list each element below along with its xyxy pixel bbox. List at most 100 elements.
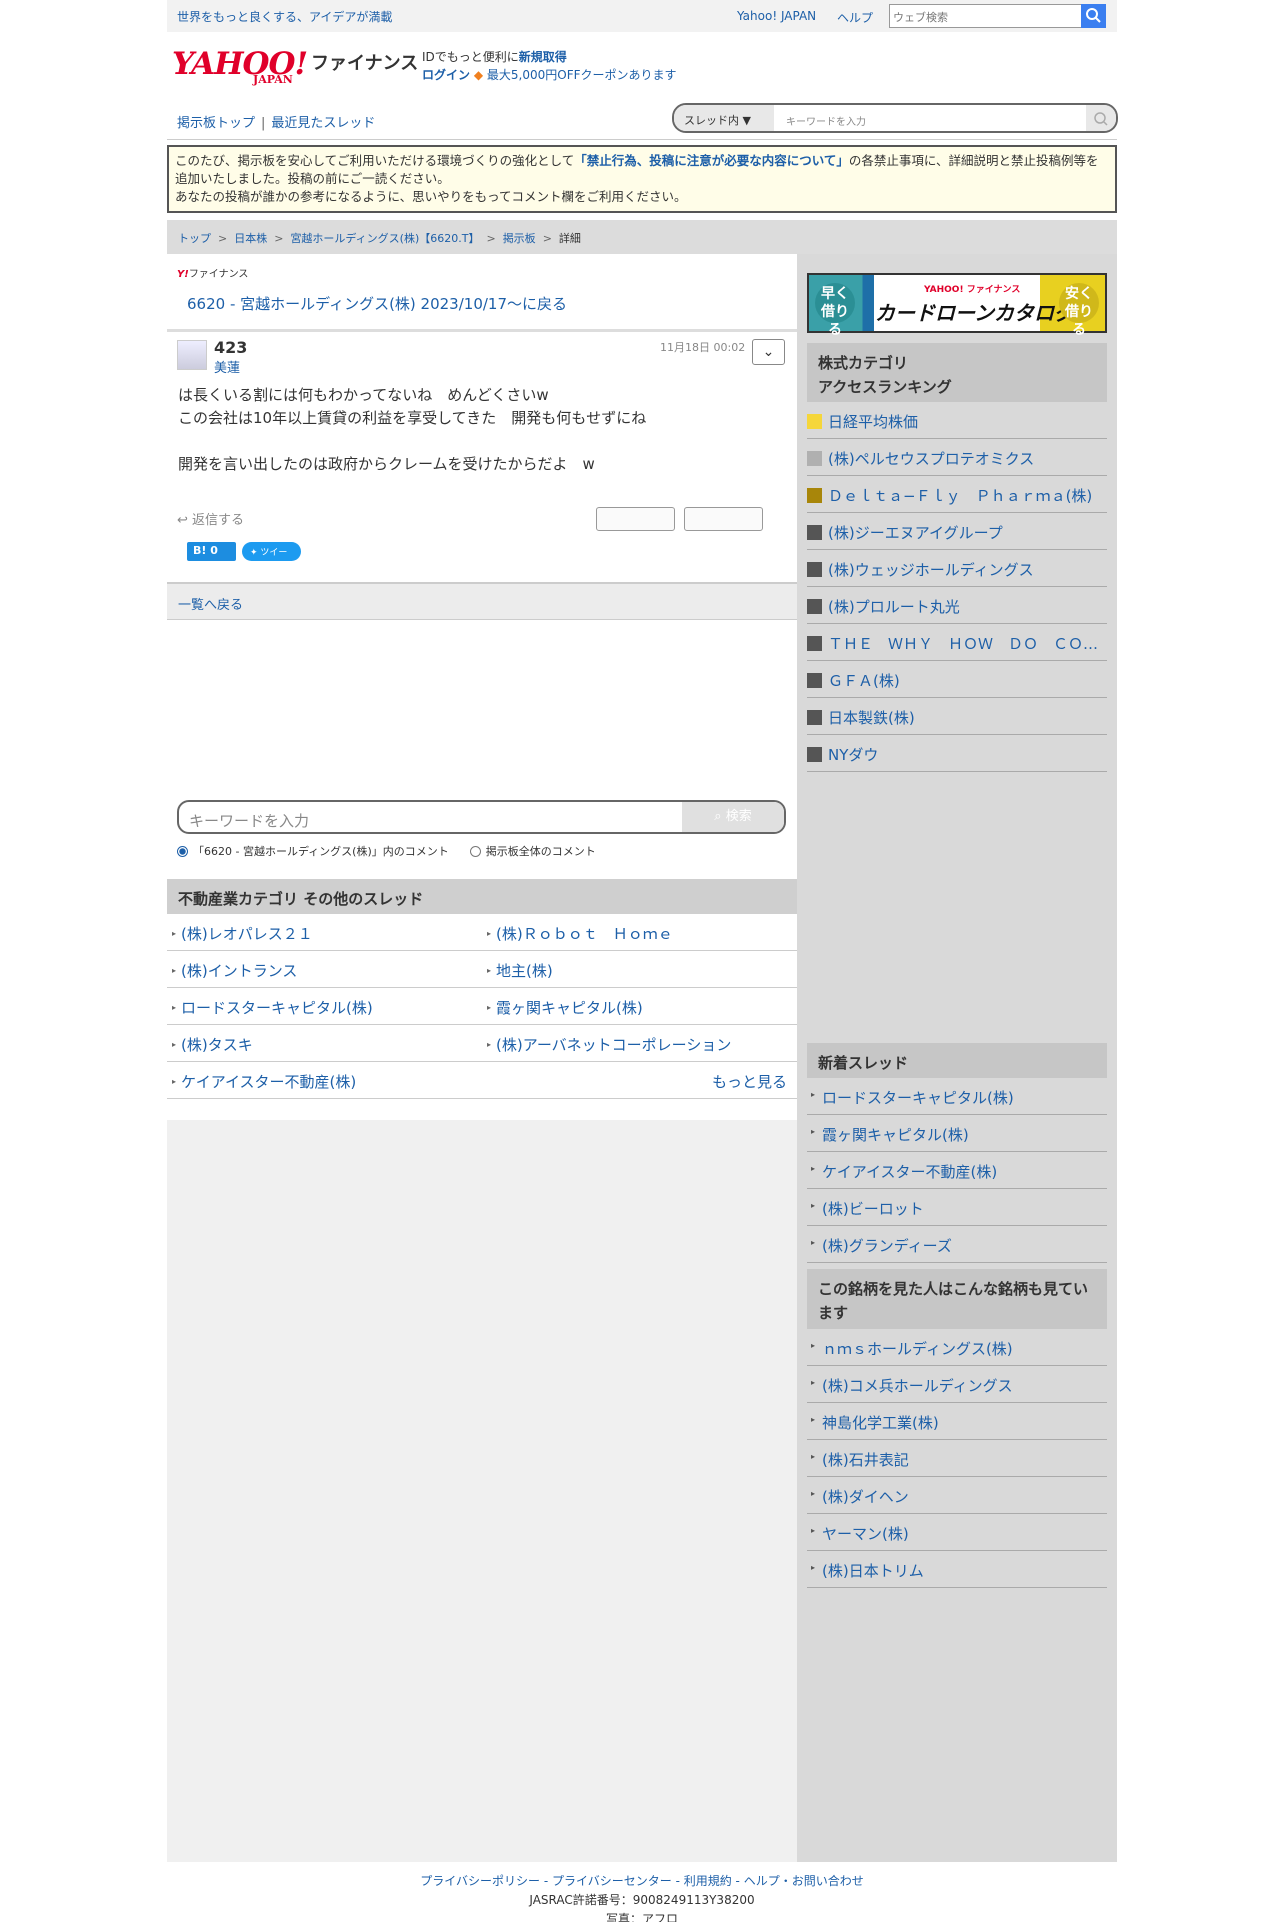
- also-viewed-list: ｎｍｓホールディングス(株) (株)コメ兵ホールディングス 神島化学工業(株) …: [807, 1329, 1107, 1588]
- coupon-link[interactable]: 最大5,000円OFFクーポンあります: [487, 68, 677, 82]
- rank-color-swatch: [807, 451, 822, 466]
- also-viewed-link[interactable]: (株)日本トリム: [807, 1551, 1107, 1588]
- ranking-item[interactable]: (株)ペルセウスプロテオミクス: [807, 439, 1107, 476]
- thread-search-input[interactable]: キーワードを入力: [786, 113, 866, 128]
- avatar[interactable]: [177, 340, 207, 370]
- yahoo-japan-link[interactable]: Yahoo! JAPAN: [737, 9, 816, 23]
- ranking-item[interactable]: 日経平均株価: [807, 402, 1107, 439]
- notice-link[interactable]: 「禁止行為、投稿に注意が必要な内容について」: [574, 153, 849, 168]
- new-thread-link[interactable]: ケイアイスター不動産(株): [807, 1152, 1107, 1189]
- new-thread-link[interactable]: (株)グランディーズ: [807, 1226, 1107, 1263]
- tagline-link[interactable]: 世界をもっと良くする、アイデアが満載: [177, 8, 392, 25]
- list-item: (株)イントランス 地主(株): [167, 951, 797, 988]
- web-search-button[interactable]: [1081, 4, 1106, 28]
- ranking-title-line2: アクセスランキング: [818, 378, 952, 396]
- also-viewed-link[interactable]: (株)石井表記: [807, 1440, 1107, 1477]
- ranking-item[interactable]: (株)ウェッジホールディングス: [807, 550, 1107, 587]
- footer-links[interactable]: プライバシーポリシー - プライバシーセンター - 利用規約 - ヘルプ・お問い…: [0, 1872, 1284, 1891]
- thread-link[interactable]: ケイアイスター不動産(株): [172, 1071, 356, 1092]
- post-body: ​​は長くいる割には何もわかってないね めんどくさいw この会社は10年以上賃貸…: [178, 386, 647, 473]
- search-icon: ⌕: [714, 809, 722, 824]
- radio-all[interactable]: [469, 846, 481, 857]
- thread-link[interactable]: (株)Ｒｏｂｏｔ Ｈｏｍｅ: [487, 923, 673, 944]
- breadcrumb-jp-stocks[interactable]: 日本株: [234, 232, 267, 245]
- post-menu-button[interactable]: ⌄: [752, 339, 785, 365]
- new-thread-link[interactable]: 霞ヶ関キャピタル(株): [807, 1115, 1107, 1152]
- ranking-item[interactable]: NYダウ: [807, 735, 1107, 772]
- other-threads-title: 不動産業カテゴリ その他のスレッド: [167, 879, 797, 914]
- new-thread-link[interactable]: ロードスターキャピタル(株): [807, 1078, 1107, 1115]
- breadcrumb-stock[interactable]: 宮越ホールディングス(株)【6620.T】: [290, 232, 479, 245]
- ranking-item[interactable]: ＴＨＥ ＷＨＹ ＨＯＷ ＤＯ ＣＯＭＰＡＮＹ(株): [807, 624, 1107, 661]
- also-viewed-link[interactable]: (株)コメ兵ホールディングス: [807, 1366, 1107, 1403]
- ranking-item[interactable]: Ｄｅｌｔａ−Ｆｌｙ Ｐｈａｒｍａ(株): [807, 476, 1107, 513]
- breadcrumb-sep: >: [542, 232, 552, 245]
- thread-link[interactable]: 霞ヶ関キャピタル(株): [487, 997, 643, 1018]
- also-viewed-link[interactable]: 神島化学工業(株): [807, 1403, 1107, 1440]
- thread-link[interactable]: (株)タスキ: [172, 1034, 253, 1055]
- search-icon: [1086, 8, 1101, 23]
- list-item: ケイアイスター不動産(株) もっと見る: [167, 1062, 797, 1099]
- web-search-input[interactable]: ウェブ検索: [889, 4, 1086, 28]
- id-promo: IDでもっと便利に新規取得: [422, 48, 567, 65]
- chevron-down-icon: ⌄: [762, 344, 775, 360]
- list-item: (株)レオパレス２１ (株)Ｒｏｂｏｔ Ｈｏｍｅ: [167, 914, 797, 951]
- breadcrumb-sep: >: [486, 232, 496, 245]
- recent-threads-link[interactable]: 最近見たスレッド: [271, 116, 375, 131]
- photo-credit: 写真：アフロ: [605, 1912, 678, 1922]
- signup-link[interactable]: 新規取得: [519, 50, 567, 64]
- new-thread-link[interactable]: (株)ビーロット: [807, 1189, 1107, 1226]
- also-viewed-link[interactable]: ヤーマン(株): [807, 1514, 1107, 1551]
- breadcrumb-current: 詳細: [558, 232, 581, 245]
- also-viewed-link[interactable]: (株)ダイヘン: [807, 1477, 1107, 1514]
- author-link[interactable]: 美蓮: [214, 357, 240, 376]
- radio-all-label: 掲示板全体のコメント: [485, 845, 596, 858]
- reply-button[interactable]: ↩ 返信する: [177, 509, 244, 528]
- disagree-button[interactable]: [684, 507, 763, 531]
- thread-link[interactable]: ロードスターキャピタル(株): [172, 997, 373, 1018]
- search-scope-select[interactable]: スレッド内 ▼: [674, 105, 774, 131]
- also-viewed-link[interactable]: ｎｍｓホールディングス(株): [807, 1329, 1107, 1366]
- rank-color-swatch: [807, 636, 822, 651]
- back-to-list-link[interactable]: 一覧へ戻る: [167, 584, 797, 620]
- agree-button[interactable]: [596, 507, 675, 531]
- ranking-item[interactable]: ＧＦＡ(株): [807, 661, 1107, 698]
- thread-link[interactable]: 地主(株): [487, 960, 553, 981]
- radio-thread[interactable]: [177, 846, 188, 857]
- thread-search-button[interactable]: [1086, 105, 1116, 131]
- ranking-item-label: (株)ウェッジホールディングス: [828, 561, 1034, 579]
- finance-product-name[interactable]: ファイナンス: [311, 49, 418, 75]
- keyword-search-input[interactable]: キーワードを入力: [189, 810, 309, 831]
- back-to-thread-link[interactable]: 6620 - 宮越ホールディングス(株) 2023/10/17〜に戻る: [187, 293, 567, 314]
- breadcrumb-board[interactable]: 掲示板: [503, 232, 536, 245]
- thread-link[interactable]: (株)アーバネットコーポレーション: [487, 1034, 731, 1055]
- ranking-item-label: (株)ペルセウスプロテオミクス: [828, 450, 1035, 468]
- keyword-search-button[interactable]: ⌕ 検索: [682, 802, 784, 832]
- thread-link[interactable]: (株)イントランス: [172, 960, 297, 981]
- ranking-title: 株式カテゴリ アクセスランキング: [807, 343, 1107, 402]
- ranking-item-label: ＧＦＡ(株): [828, 672, 900, 690]
- ranking-item[interactable]: (株)ジーエヌアイグループ: [807, 513, 1107, 550]
- more-link[interactable]: もっと見る: [712, 1071, 787, 1092]
- tweet-button[interactable]: ✦ ツイート: [242, 542, 301, 571]
- thread-link[interactable]: (株)レオパレス２１: [172, 923, 313, 944]
- top-bar: 世界をもっと良くする、アイデアが満載 Yahoo! JAPAN ヘルプ ウェブ検…: [167, 0, 1117, 32]
- radio-thread-label: 「6620 - 宮越ホールディングス(株)」内のコメント: [193, 845, 449, 858]
- y-logo-icon: Y!: [177, 269, 189, 280]
- ranking-item[interactable]: 日本製鉄(株): [807, 698, 1107, 735]
- reply-label: 返信する: [192, 513, 245, 528]
- ranking-item-label: ＴＨＥ ＷＨＹ ＨＯＷ ＤＯ ＣＯＭＰＡＮＹ(株): [828, 635, 1107, 653]
- breadcrumb-top[interactable]: トップ: [178, 232, 211, 245]
- board-top-link[interactable]: 掲示板トップ: [177, 116, 255, 131]
- ranking-item[interactable]: (株)プロルート丸光: [807, 587, 1107, 624]
- card-loan-banner[interactable]: 早く借りる YAHOO! ファイナンス カードローンカタログ 安く借りる: [807, 273, 1107, 338]
- breadcrumb: トップ > 日本株 > 宮越ホールディングス(株)【6620.T】 > 掲示板 > 詳細: [167, 220, 1117, 254]
- banner-title: カードローンカタログ: [875, 301, 1074, 325]
- keyword-search: キーワードを入力 ⌕ 検索: [177, 800, 786, 834]
- footer: プライバシーポリシー - プライバシーセンター - 利用規約 - ヘルプ・お問い…: [0, 1872, 1284, 1922]
- login-link[interactable]: ログイン: [422, 68, 470, 82]
- breadcrumb-sep: >: [218, 232, 228, 245]
- help-link[interactable]: ヘルプ: [837, 9, 873, 26]
- list-item: (株)タスキ (株)アーバネットコーポレーション: [167, 1025, 797, 1062]
- hatena-bookmark-button[interactable]: B! 0: [187, 542, 236, 561]
